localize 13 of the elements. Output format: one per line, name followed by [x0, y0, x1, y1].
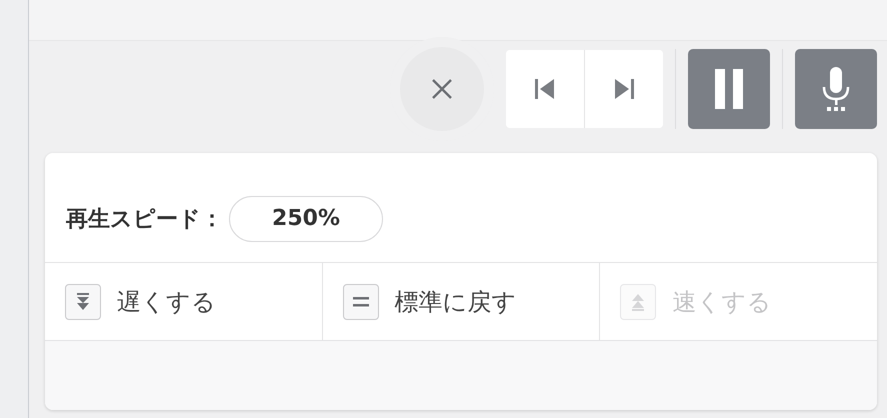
microphone-icon — [821, 66, 851, 110]
skip-next-icon — [614, 78, 634, 100]
double-down-arrow-icon — [76, 292, 90, 310]
speed-action-button[interactable]: 遅くする — [45, 263, 323, 340]
pause-icon — [715, 68, 743, 108]
double-up-arrow-icon — [631, 292, 646, 310]
close-icon — [430, 76, 454, 100]
microphone-button[interactable] — [795, 48, 877, 128]
speed-value-field: 250% — [229, 196, 383, 242]
skip-previous-icon — [535, 78, 555, 100]
equals-icon — [352, 296, 369, 306]
pause-button[interactable] — [688, 48, 770, 128]
speed-label: 再生スピード： — [66, 206, 223, 234]
